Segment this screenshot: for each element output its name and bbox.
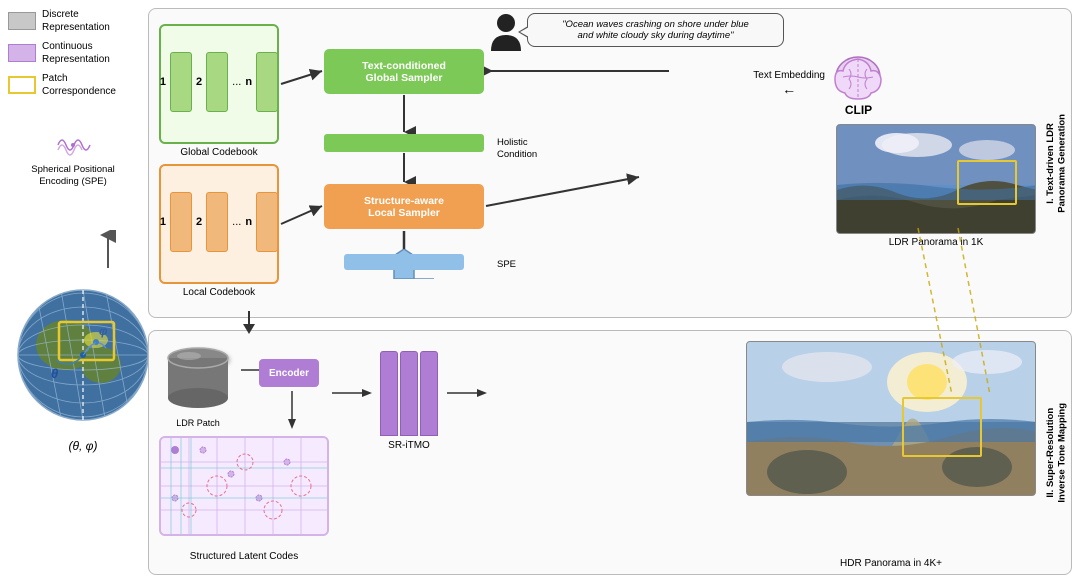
section-i-text: I. Text-driven LDRPanorama Generation (1045, 114, 1068, 213)
spe-label-inline: SPE (497, 259, 516, 270)
encoder-down-arrow (285, 391, 299, 434)
spe-wave-icon (56, 130, 91, 160)
latent-to-sritmo-arrow (332, 386, 372, 403)
col-1-visual (170, 52, 192, 112)
sritmo-hdr-arrow-svg (447, 386, 487, 400)
sritmo-col-2 (400, 351, 418, 436)
text-embedding-area: Text Embedding ← CLIP (753, 49, 886, 117)
section-ii-area: II. Super-ResolutionInverse Tone Mapping (1043, 331, 1069, 574)
sritmo-area: SR-iTMO (374, 351, 444, 451)
continuous-box (8, 44, 36, 62)
ellipsis-local: ... (232, 216, 241, 228)
patch-label: Patch Correspondence (42, 72, 116, 98)
col-2-global: 2 (196, 76, 202, 88)
hdr-panorama (746, 341, 1036, 496)
brain-icon (831, 49, 886, 104)
legend: Discrete Representation Continuous Repre… (8, 8, 138, 104)
yellow-patch-ldr (957, 160, 1017, 205)
col-n-global: n (245, 76, 252, 88)
section-ii-text: II. Super-ResolutionInverse Tone Mapping (1045, 403, 1068, 503)
spe-arrow-area (324, 249, 484, 282)
ldr-panorama (836, 124, 1036, 234)
encoder-box: Encoder (259, 359, 319, 387)
global-codebook: 1 2 ... n Global Codebook (159, 24, 279, 144)
spe-arrow-svg (324, 249, 484, 279)
discrete-label: Discrete Representation (42, 8, 110, 34)
col-2-local: 2 (196, 216, 202, 228)
bottom-section: II. Super-ResolutionInverse Tone Mapping (148, 330, 1072, 575)
legend-patch: Patch Correspondence (8, 72, 138, 98)
latent-codes-svg (161, 438, 327, 534)
col-2-visual (206, 52, 228, 112)
ldr-patch-svg (159, 343, 237, 413)
col-n-visual (256, 52, 278, 112)
col-n-local: n (245, 216, 252, 228)
holistic-label: Holistic Condition (497, 137, 537, 162)
holistic-bar (324, 134, 484, 152)
local-codebook-label: Local Codebook (183, 287, 255, 298)
left-arrow-text: ← (782, 81, 796, 97)
codebook-columns-local: 1 2 ... n (160, 192, 278, 252)
speech-text: "Ocean waves crashing on shore under blu… (562, 19, 749, 41)
col-1-local: 1 (160, 216, 166, 228)
ldr-panorama-label: LDR Panorama in 1K (836, 237, 1036, 248)
speech-bubble: "Ocean waves crashing on shore under blu… (527, 13, 784, 47)
ellipsis-global: ... (232, 76, 241, 88)
col-2-local-visual (206, 192, 228, 252)
codebook-columns-global: 1 2 ... n (160, 52, 278, 112)
spe-legend-area: Spherical PositionalEncoding (SPE) (8, 130, 138, 189)
connector-arrow-svg (239, 311, 259, 335)
yellow-patch-hdr (902, 397, 982, 457)
sritmo-to-hdr-arrow (447, 386, 487, 403)
section-connector-arrow (239, 311, 259, 338)
bubble-tail-fill (520, 27, 529, 37)
ldr-patch-label: LDR Patch (159, 418, 237, 428)
clip-area: CLIP (831, 49, 886, 117)
text-embedding-label-wrap: Text Embedding ← (753, 69, 825, 97)
sritmo-col-1 (380, 351, 398, 436)
sritmo-columns (374, 351, 444, 436)
clip-label: CLIP (831, 103, 886, 117)
latent-codes-box (159, 436, 329, 536)
encoder-down-arrow-svg (285, 391, 299, 431)
sritmo-col-3 (420, 351, 438, 436)
col-1-local-visual (170, 192, 192, 252)
discrete-box (8, 12, 36, 30)
main-container: Discrete Representation Continuous Repre… (0, 0, 1080, 583)
legend-discrete: Discrete Representation (8, 8, 138, 34)
col-1-global: 1 (160, 76, 166, 88)
globe-area: φ θ (θ, φ) (8, 270, 158, 490)
person-speech-area: "Ocean waves crashing on shore under blu… (489, 13, 784, 51)
continuous-label: Continuous Representation (42, 40, 110, 66)
section-i-label: I. Text-driven LDRPanorama Generation (1043, 9, 1069, 317)
ldr-patch-area: LDR Patch (159, 343, 237, 428)
encoder-label: Encoder (269, 368, 309, 379)
legend-continuous: Continuous Representation (8, 40, 138, 66)
sritmo-label: SR-iTMO (374, 440, 444, 451)
local-codebook: 1 2 ... n Local Codebook (159, 164, 279, 284)
global-codebook-label: Global Codebook (180, 147, 257, 158)
local-sampler: Structure-aware Local Sampler (324, 184, 484, 229)
text-embedding-label: Text Embedding (753, 70, 825, 81)
spe-up-arrow (98, 230, 118, 273)
latent-codes-label: Structured Latent Codes (159, 551, 329, 562)
globe-svg: φ θ (11, 270, 156, 435)
hdr-panorama-svg (747, 342, 1036, 496)
col-n-local-visual (256, 192, 278, 252)
latent-sritmo-arrow-svg (332, 386, 372, 400)
top-section: I. Text-driven LDRPanorama Generation 1 … (148, 8, 1072, 318)
theta-phi-label: (θ, φ) (69, 439, 98, 453)
hdr-panorama-label: HDR Panorama in 4K+ (746, 558, 1036, 569)
svg-text:φ: φ (99, 324, 108, 338)
svg-text:θ: θ (51, 366, 58, 381)
text-cond-sampler: Text-conditioned Global Sampler (324, 49, 484, 94)
spe-full-label: Spherical PositionalEncoding (SPE) (8, 164, 138, 189)
patch-box-legend (8, 76, 36, 94)
